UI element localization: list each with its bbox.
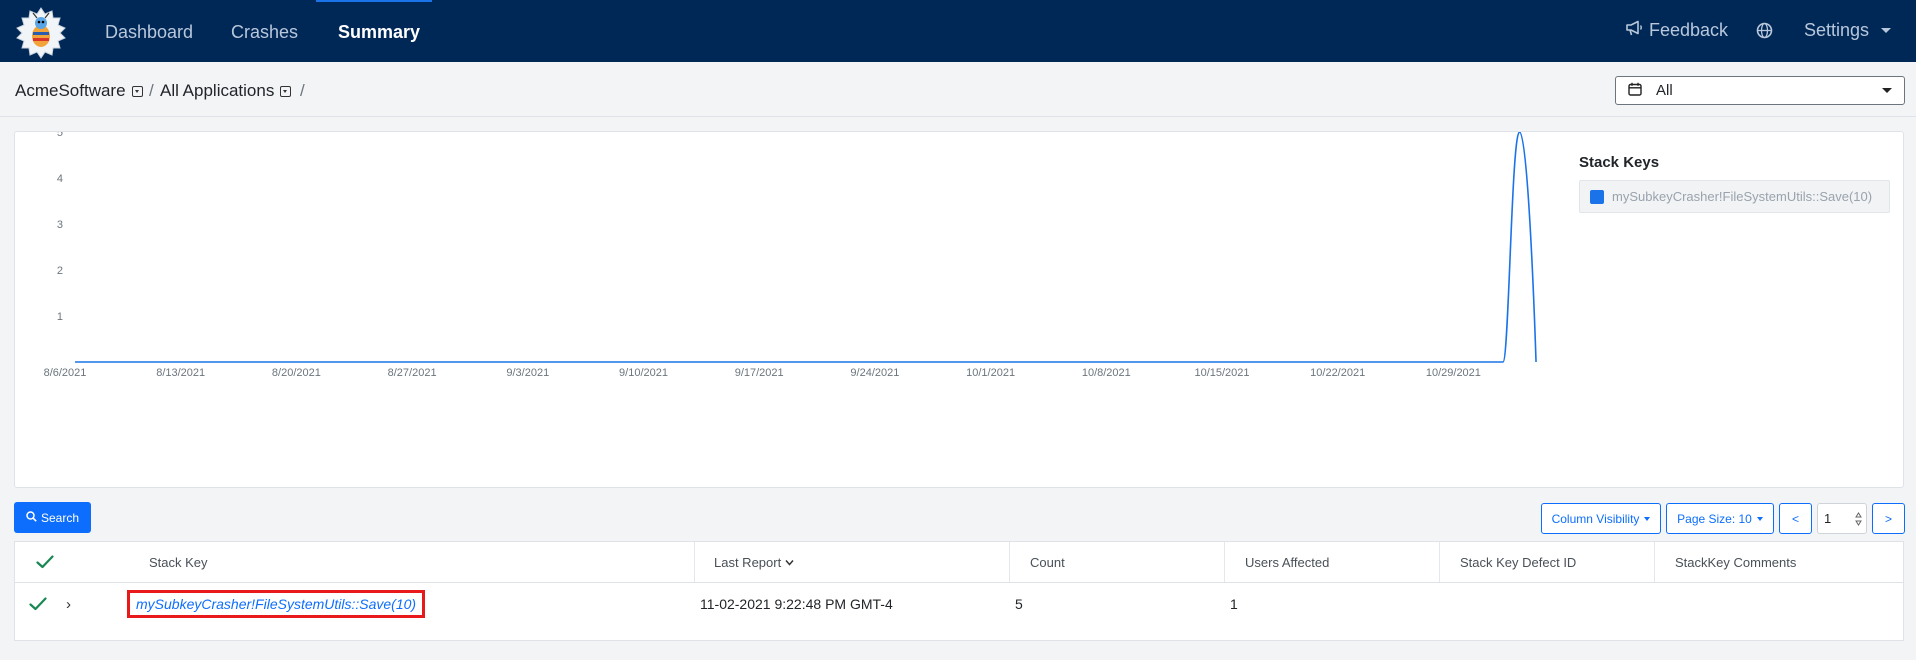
column-header-comments[interactable]: StackKey Comments: [1655, 542, 1903, 582]
top-navbar: Dashboard Crashes Summary Feedback Setti…: [0, 0, 1916, 62]
nav-active-indicator: [316, 0, 432, 2]
crash-line-chart: 1 2 3 4 5 8/6/2021 8/13/2021 8/20/2021 8/27/2021…: [44, 132, 1537, 379]
x-tick-label: 8/6/2021: [44, 367, 87, 379]
prev-page-button[interactable]: <: [1779, 503, 1812, 534]
row-select-cell[interactable]: [29, 583, 59, 625]
page-size-label: Page Size: 10: [1677, 511, 1752, 526]
globe-icon: [1756, 22, 1773, 44]
nav-summary[interactable]: Summary: [338, 22, 420, 43]
row-expand-toggle[interactable]: ›: [66, 583, 82, 625]
series-line: [75, 132, 1537, 363]
x-tick-label: 9/10/2021: [619, 367, 668, 379]
breadcrumb-company-label: AcmeSoftware: [15, 81, 126, 100]
y-tick-label: 3: [57, 219, 63, 231]
breadcrumb-separator: /: [149, 81, 154, 100]
x-tick-label: 9/17/2021: [735, 367, 784, 379]
next-page-button[interactable]: >: [1872, 503, 1905, 534]
page-number-input[interactable]: 1: [1817, 503, 1867, 534]
x-tick-label: 10/8/2021: [1082, 367, 1131, 379]
column-visibility-label: Column Visibility: [1551, 511, 1640, 526]
y-tick-label: 5: [57, 132, 63, 139]
search-button[interactable]: Search: [14, 502, 91, 533]
column-header-last-report[interactable]: Last Report: [695, 542, 1010, 582]
breadcrumb-application[interactable]: All Applications: [160, 81, 292, 101]
x-tick-label: 9/3/2021: [506, 367, 549, 379]
x-tick-label: 8/13/2021: [156, 367, 205, 379]
search-icon: [26, 510, 37, 525]
last-report-cell: 11-02-2021 9:22:48 PM GMT-4: [700, 596, 893, 612]
column-header-users-affected[interactable]: Users Affected: [1225, 542, 1440, 582]
calendar-icon: [1628, 82, 1642, 100]
breadcrumb-separator: /: [300, 81, 305, 100]
dropdown-toggle-icon[interactable]: [131, 85, 143, 97]
page-size-button[interactable]: Page Size: 10: [1666, 503, 1774, 534]
x-tick-label: 10/29/2021: [1426, 367, 1481, 379]
chevron-down-icon: [1756, 516, 1763, 521]
breadcrumb-application-label: All Applications: [160, 81, 275, 100]
count-cell: 5: [1015, 596, 1023, 612]
column-header-last-report-label: Last Report: [714, 554, 782, 570]
y-tick-label: 4: [57, 173, 63, 185]
chevron-down-icon: [1882, 88, 1892, 93]
y-tick-label: 1: [57, 311, 63, 323]
legend-swatch: [1590, 189, 1604, 204]
legend-title: Stack Keys: [1579, 154, 1660, 171]
x-tick-label: 9/24/2021: [850, 367, 899, 379]
column-header-defect-id[interactable]: Stack Key Defect ID: [1440, 542, 1655, 582]
x-tick-label: 10/22/2021: [1310, 367, 1365, 379]
globe-button[interactable]: [1756, 22, 1773, 44]
date-range-select[interactable]: All: [1615, 76, 1905, 105]
date-range-value: All: [1656, 82, 1673, 99]
settings-dropdown[interactable]: Settings: [1804, 20, 1892, 41]
check-icon[interactable]: [36, 555, 54, 569]
spinner-arrows-icon[interactable]: [1855, 511, 1862, 527]
page-number-value: 1: [1824, 511, 1832, 526]
column-header-stack-key[interactable]: Stack Key: [75, 542, 695, 582]
x-tick-label: 10/1/2021: [966, 367, 1015, 379]
check-icon[interactable]: [29, 597, 47, 611]
app-logo[interactable]: [14, 6, 68, 60]
sort-desc-icon: [785, 559, 794, 566]
x-tick-label: 8/20/2021: [272, 367, 321, 379]
search-button-label: Search: [40, 510, 80, 525]
legend-label: mySubkeyCrasher!FileSystemUtils::Save(10…: [1612, 189, 1873, 204]
stack-key-cell: mySubkeyCrasher!FileSystemUtils::Save(10…: [127, 583, 426, 625]
megaphone-icon: [1625, 20, 1643, 41]
dropdown-toggle-icon[interactable]: [280, 85, 292, 97]
column-visibility-button[interactable]: Column Visibility: [1541, 503, 1661, 534]
chevron-right-icon[interactable]: ›: [66, 596, 71, 613]
nav-dashboard[interactable]: Dashboard: [105, 22, 193, 43]
stack-key-link[interactable]: mySubkeyCrasher!FileSystemUtils::Save(10…: [127, 590, 426, 618]
column-header-count[interactable]: Count: [1010, 542, 1225, 582]
feedback-label: Feedback: [1649, 20, 1729, 40]
x-tick-label: 10/15/2021: [1194, 367, 1249, 379]
breadcrumb-company[interactable]: AcmeSoftware: [15, 81, 143, 101]
crash-chart-card: 1 2 3 4 5 8/6/2021 8/13/2021 8/20/2021 8/27/2021…: [14, 131, 1904, 488]
stack-keys-table: Stack Key Last Report Count Users Affect…: [14, 541, 1904, 641]
x-tick-label: 8/27/2021: [388, 367, 437, 379]
chevron-down-icon: [1881, 28, 1892, 33]
feedback-link[interactable]: Feedback: [1625, 20, 1728, 41]
breadcrumb-bar: AcmeSoftware / All Applications / All: [0, 62, 1916, 117]
y-tick-label: 2: [57, 265, 63, 277]
nav-crashes[interactable]: Crashes: [231, 22, 298, 43]
users-affected-cell: 1: [1230, 596, 1238, 612]
select-all-column[interactable]: [15, 542, 75, 582]
chevron-down-icon: [1644, 516, 1651, 521]
settings-label: Settings: [1804, 20, 1870, 40]
legend-item[interactable]: mySubkeyCrasher!FileSystemUtils::Save(10…: [1579, 180, 1890, 213]
